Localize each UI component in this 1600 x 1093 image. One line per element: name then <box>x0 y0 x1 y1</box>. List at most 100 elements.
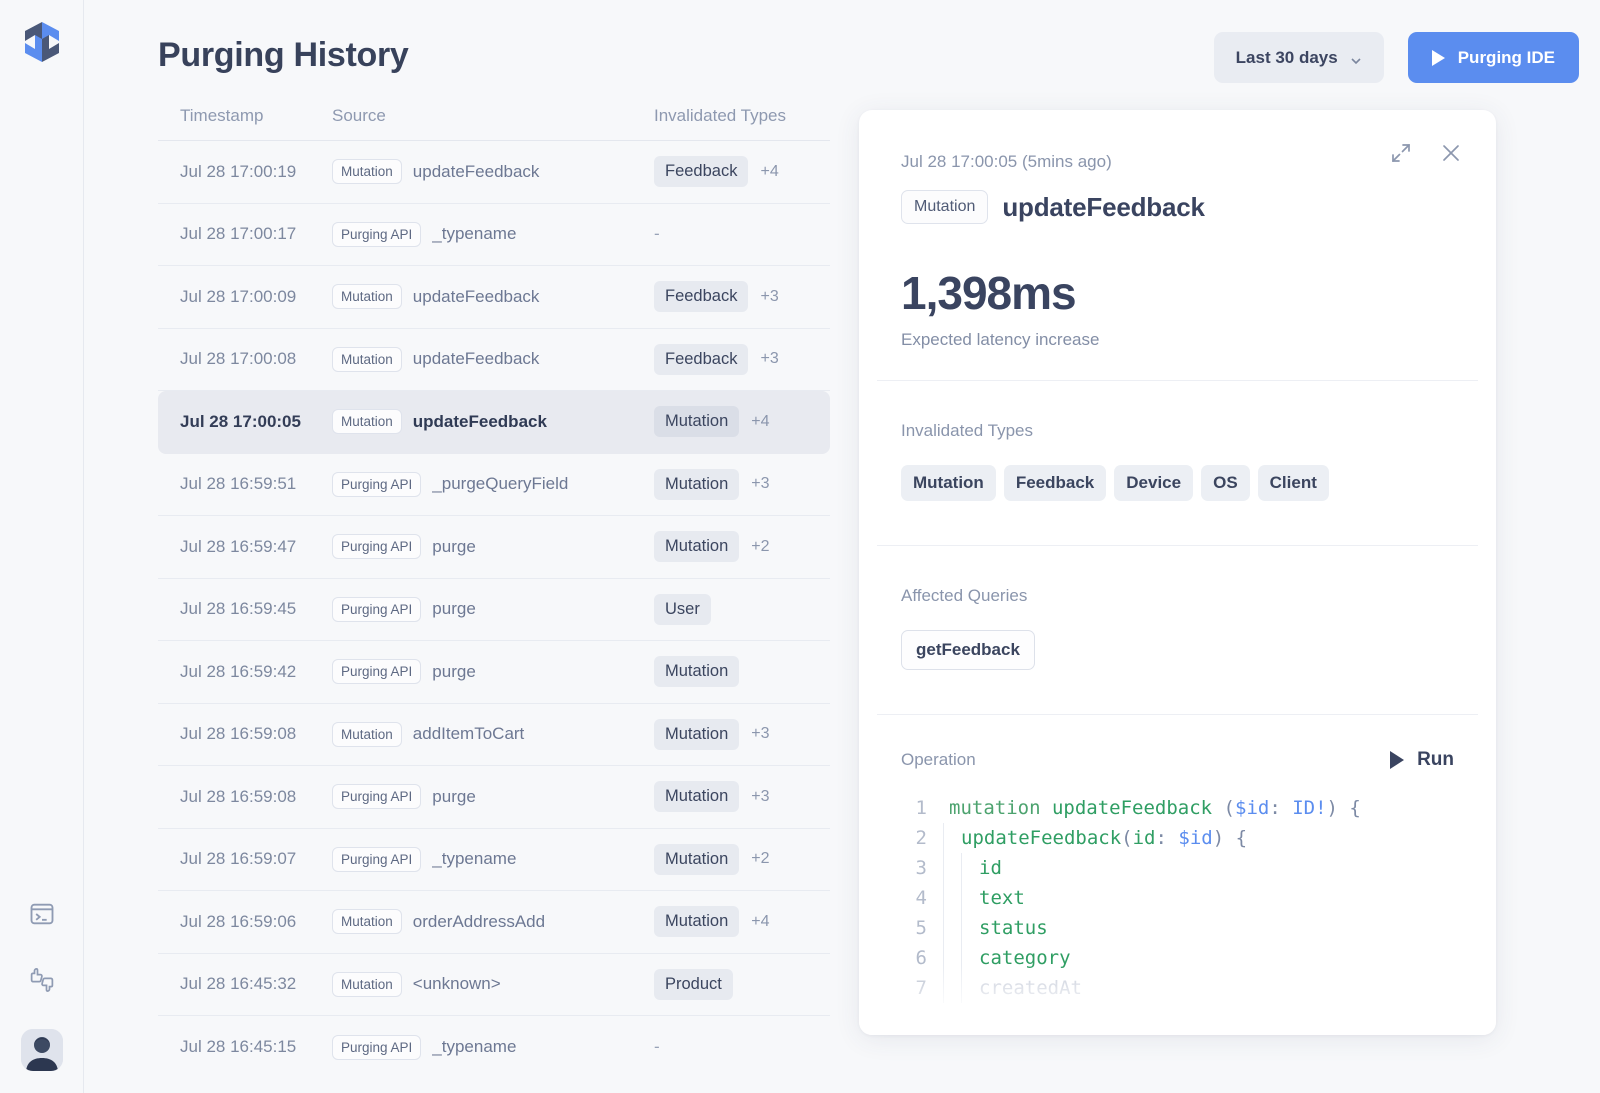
date-range-selector[interactable]: Last 30 days <box>1214 32 1384 83</box>
source-tag: Purging API <box>332 847 421 872</box>
invalidated-types-section: Invalidated Types MutationFeedbackDevice… <box>859 381 1496 545</box>
feedback-icon[interactable] <box>25 963 59 997</box>
overflow-count: +4 <box>760 163 778 181</box>
code-token: category <box>979 947 1071 969</box>
source-tag: Mutation <box>332 347 402 372</box>
run-label: Run <box>1417 749 1454 771</box>
code-token: ( <box>1224 797 1235 819</box>
table-row[interactable]: Jul 28 16:45:15Purging API_typename- <box>158 1016 830 1079</box>
table-row[interactable]: Jul 28 16:59:45Purging APIpurgeUser <box>158 579 830 642</box>
table-row[interactable]: Jul 28 17:00:05MutationupdateFeedbackMut… <box>158 391 830 454</box>
purging-ide-label: Purging IDE <box>1458 48 1555 68</box>
run-button[interactable]: Run <box>1390 749 1454 771</box>
play-icon <box>1432 50 1445 66</box>
type-chip: Mutation <box>654 531 739 562</box>
code-line-number: 7 <box>901 973 943 1003</box>
table-row[interactable]: Jul 28 17:00:08MutationupdateFeedbackFee… <box>158 329 830 392</box>
table-row[interactable]: Jul 28 16:59:47Purging APIpurgeMutation+… <box>158 516 830 579</box>
table-body: Jul 28 17:00:19MutationupdateFeedbackFee… <box>158 141 830 1079</box>
table-row[interactable]: Jul 28 17:00:19MutationupdateFeedbackFee… <box>158 141 830 204</box>
cell-invalidated-types: Mutation+2 <box>654 844 808 875</box>
cell-invalidated-types: Mutation+4 <box>654 906 808 937</box>
cell-invalidated-types: Mutation+3 <box>654 781 808 812</box>
indent-guide <box>943 973 944 1003</box>
empty-indicator: - <box>654 1037 660 1057</box>
table-row[interactable]: Jul 28 16:45:32Mutation<unknown>Product <box>158 954 830 1017</box>
source-name: purge <box>432 537 475 557</box>
type-chip: Mutation <box>654 406 739 437</box>
cell-source: Purging APIpurge <box>332 597 654 622</box>
cell-timestamp: Jul 28 16:59:06 <box>180 912 332 932</box>
overflow-count: +3 <box>751 788 769 806</box>
source-tag: Mutation <box>332 722 402 747</box>
source-tag: Mutation <box>332 284 402 309</box>
column-header-invalidated-types: Invalidated Types <box>654 106 808 126</box>
invalidated-type-chip[interactable]: OS <box>1201 465 1250 501</box>
terminal-icon[interactable] <box>25 897 59 931</box>
overflow-count: +3 <box>751 475 769 493</box>
expand-icon[interactable] <box>1390 142 1412 164</box>
header-actions: Last 30 days Purging IDE <box>1214 32 1579 83</box>
app-root: Purging History Last 30 days Purging IDE… <box>0 0 1600 1093</box>
code-token: text <box>979 887 1025 909</box>
table-row[interactable]: Jul 28 16:59:08Purging APIpurgeMutation+… <box>158 766 830 829</box>
table-row[interactable]: Jul 28 16:59:51Purging API_purgeQueryFie… <box>158 454 830 517</box>
code-line-number: 1 <box>901 793 943 823</box>
cell-invalidated-types: Mutation +3 <box>654 719 808 750</box>
source-tag: Purging API <box>332 784 421 809</box>
page-title: Purging History <box>158 36 409 75</box>
invalidated-type-chip[interactable]: Device <box>1114 465 1193 501</box>
code-line: 7createdAt <box>901 973 1454 1003</box>
cell-timestamp: Jul 28 17:00:19 <box>180 162 332 182</box>
table-row[interactable]: Jul 28 16:59:06MutationorderAddressAddMu… <box>158 891 830 954</box>
code-line-text: createdAt <box>943 973 1082 1003</box>
cell-invalidated-types: Product <box>654 969 808 1000</box>
overflow-count: +3 <box>760 350 778 368</box>
invalidated-type-chip[interactable]: Feedback <box>1004 465 1106 501</box>
table-row[interactable]: Jul 28 17:00:09MutationupdateFeedbackFee… <box>158 266 830 329</box>
type-chip: Feedback <box>654 344 748 375</box>
code-token: id <box>979 857 1002 879</box>
code-token: updateFeedback <box>1052 797 1224 819</box>
type-chip: Mutation <box>654 906 739 937</box>
indent-guide <box>943 913 944 943</box>
source-tag: Mutation <box>332 159 402 184</box>
cell-source: Purging APIpurge <box>332 784 654 809</box>
table-row[interactable]: Jul 28 16:59:08MutationaddItemToCartMuta… <box>158 704 830 767</box>
stellate-logo[interactable] <box>18 18 66 66</box>
invalidated-type-chip[interactable]: Mutation <box>901 465 996 501</box>
table-header-row: Timestamp Source Invalidated Types <box>158 106 830 140</box>
source-tag: Mutation <box>332 972 402 997</box>
source-name: updateFeedback <box>413 162 540 182</box>
code-line: 3id <box>901 853 1454 883</box>
source-tag: Purging API <box>332 472 421 497</box>
code-token: : <box>1269 797 1292 819</box>
cell-timestamp: Jul 28 16:59:42 <box>180 662 332 682</box>
column-header-source: Source <box>332 106 654 126</box>
invalidated-type-chip[interactable]: Client <box>1258 465 1329 501</box>
table-row[interactable]: Jul 28 17:00:17Purging API_typename- <box>158 204 830 267</box>
close-icon[interactable] <box>1440 142 1462 164</box>
source-tag: Purging API <box>332 1035 421 1060</box>
cell-timestamp: Jul 28 16:59:08 <box>180 787 332 807</box>
code-token: $id <box>1178 827 1212 849</box>
detail-title-row: Mutation updateFeedback <box>901 190 1454 224</box>
code-token: : <box>1156 827 1179 849</box>
table-row[interactable]: Jul 28 16:59:07Purging API_typenameMutat… <box>158 829 830 892</box>
source-tag: Purging API <box>332 222 421 247</box>
affected-query-chip[interactable]: getFeedback <box>901 630 1035 670</box>
code-token: ( <box>1121 827 1132 849</box>
type-chip: Mutation <box>654 719 739 750</box>
cell-timestamp: Jul 28 16:59:47 <box>180 537 332 557</box>
operation-section: Operation Run 1mutation updateFeedback (… <box>859 715 1496 1003</box>
code-token: id <box>1133 827 1156 849</box>
latency-metric-label: Expected latency increase <box>901 330 1454 350</box>
avatar[interactable] <box>21 1029 63 1071</box>
date-range-label: Last 30 days <box>1236 48 1338 68</box>
cell-timestamp: Jul 28 16:59:51 <box>180 474 332 494</box>
table-row[interactable]: Jul 28 16:59:42Purging APIpurgeMutation <box>158 641 830 704</box>
purging-ide-button[interactable]: Purging IDE <box>1408 32 1579 83</box>
operation-code[interactable]: 1mutation updateFeedback ($id: ID!) {2up… <box>901 793 1454 1003</box>
type-chip: User <box>654 594 711 625</box>
overflow-count: +3 <box>751 725 769 743</box>
